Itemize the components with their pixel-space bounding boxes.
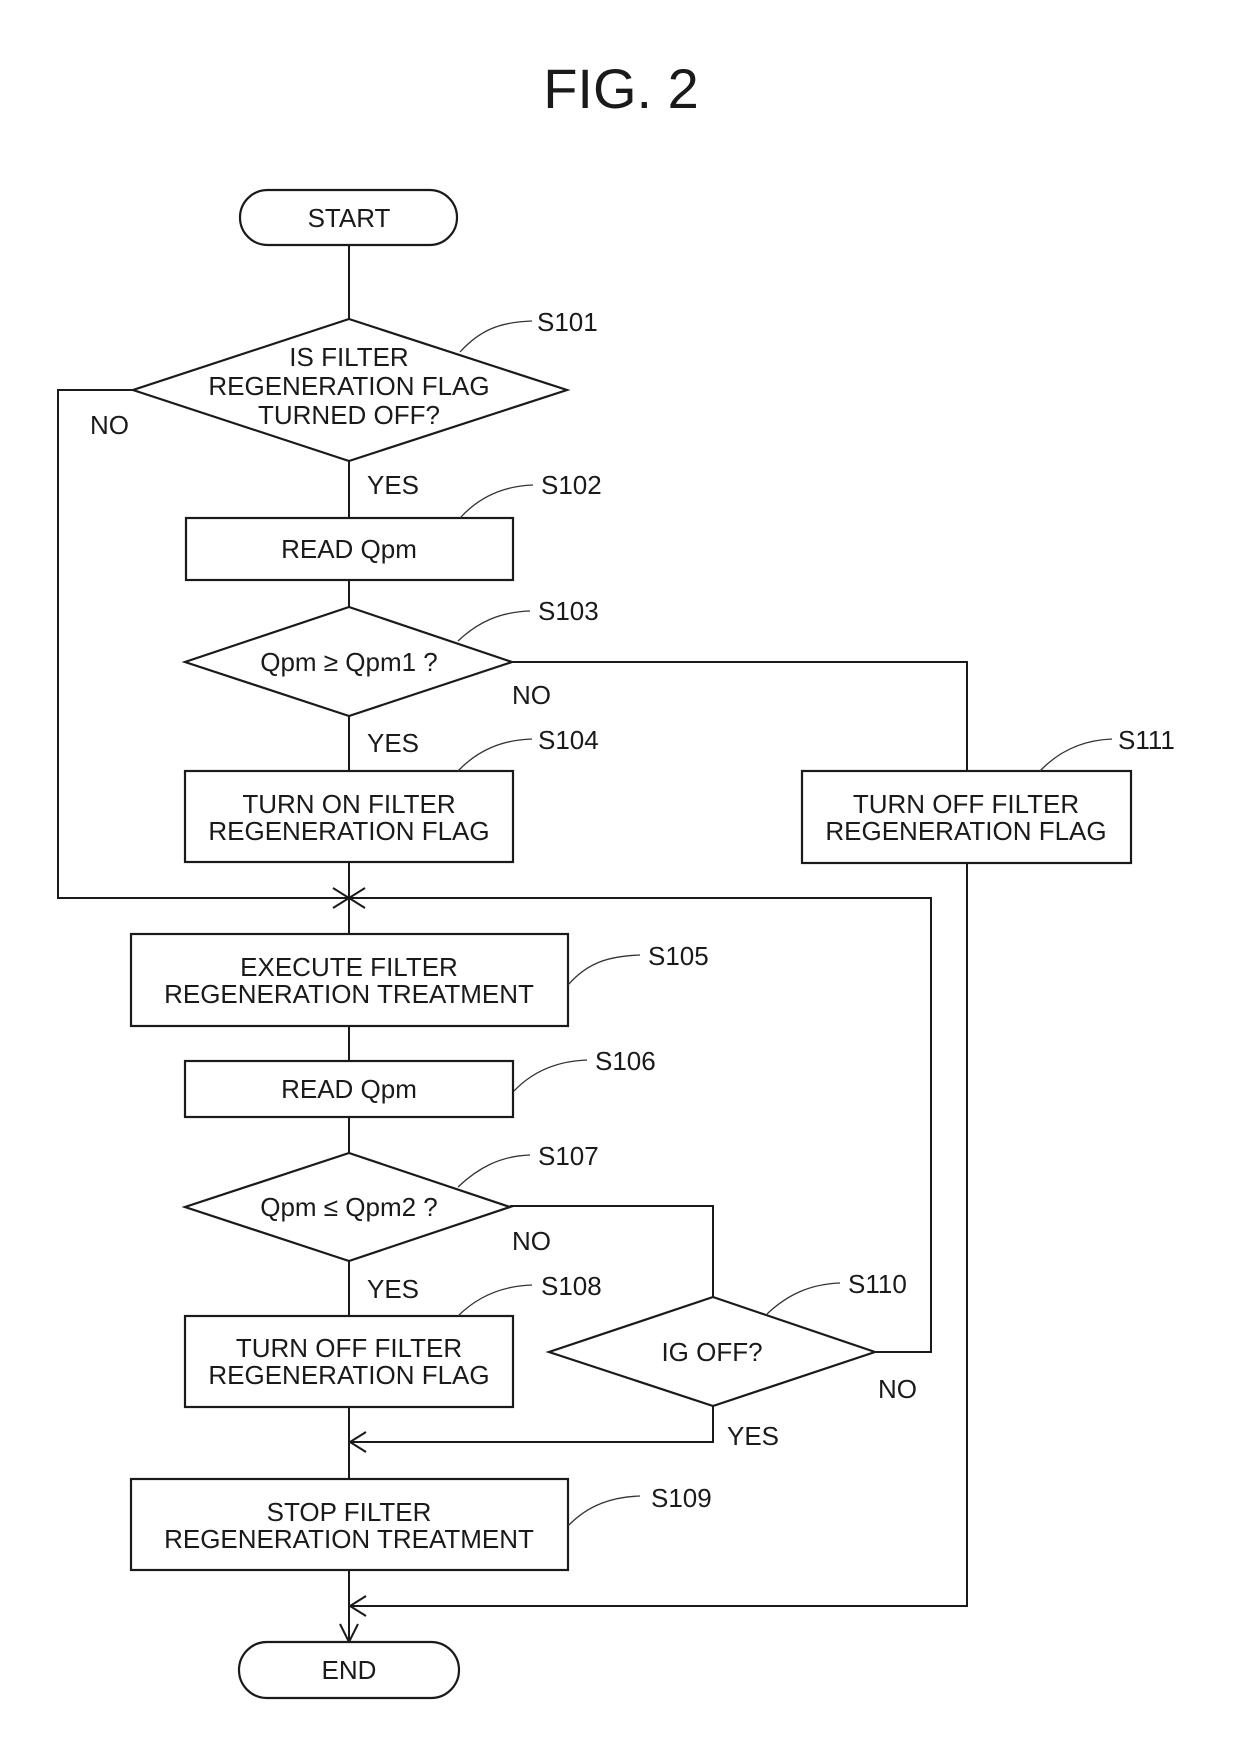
process-s105: EXECUTE FILTER REGENERATION TREATMENT S1…: [129, 932, 709, 1028]
terminal-end: END: [237, 1640, 461, 1700]
step-label-s106: S106: [595, 1046, 656, 1076]
node-text-line: REGENERATION FLAG: [208, 371, 489, 401]
decision-s103: Qpm ≥ Qpm1 ? S103 NO YES: [181, 596, 599, 758]
branch-label-no: NO: [512, 1226, 551, 1256]
node-text-line: READ Qpm: [281, 1074, 417, 1104]
figure-title: FIG. 2: [543, 57, 699, 120]
branch-label-no: NO: [878, 1374, 917, 1404]
leader-line: [457, 1154, 531, 1188]
step-label-s104: S104: [538, 725, 599, 755]
branch-label-no: NO: [512, 680, 551, 710]
step-label-s108: S108: [541, 1271, 602, 1301]
leader-line: [1039, 738, 1113, 772]
node-text-line: EXECUTE FILTER: [240, 952, 458, 982]
node-text-line: Qpm ≥ Qpm1 ?: [260, 647, 438, 677]
leader-line: [459, 484, 534, 519]
leader-line: [567, 954, 641, 986]
step-label-s107: S107: [538, 1141, 599, 1171]
node-text-line: READ Qpm: [281, 534, 417, 564]
step-label-s102: S102: [541, 470, 602, 500]
leader-line: [457, 1284, 533, 1317]
node-text-line: IG OFF?: [661, 1337, 762, 1367]
node-text-line: Qpm ≤ Qpm2 ?: [260, 1192, 438, 1222]
node-text-line: TURN OFF FILTER: [236, 1333, 462, 1363]
flowchart: FIG. 2 START IS FILTER REGENERATION FLAG…: [57, 57, 1175, 1700]
process-s109: STOP FILTER REGENERATION TREATMENT S109: [129, 1477, 712, 1572]
decision-s107: Qpm ≤ Qpm2 ? S107 NO YES: [181, 1141, 599, 1304]
leader-line: [457, 738, 533, 772]
step-label-s109: S109: [651, 1483, 712, 1513]
terminal-start: START: [238, 188, 459, 247]
leader-line: [513, 1059, 588, 1092]
node-text-line: TURN OFF FILTER: [853, 789, 1079, 819]
node-text-line: REGENERATION FLAG: [208, 1360, 489, 1390]
node-text-line: STOP FILTER: [267, 1497, 432, 1527]
leader-line: [567, 1495, 641, 1527]
branch-label-yes: YES: [367, 728, 419, 758]
step-label-s110: S110: [848, 1269, 907, 1299]
node-text-line: REGENERATION TREATMENT: [164, 1524, 534, 1554]
node-text-line: REGENERATION FLAG: [208, 816, 489, 846]
decision-s101: IS FILTER REGENERATION FLAG TURNED OFF? …: [90, 307, 598, 500]
step-label-s105: S105: [648, 941, 709, 971]
branch-label-no: NO: [90, 410, 129, 440]
node-text-line: REGENERATION FLAG: [825, 816, 1106, 846]
leader-line: [457, 610, 531, 642]
step-label-s101: S101: [537, 307, 598, 337]
branch-label-yes: YES: [367, 1274, 419, 1304]
process-s111: TURN OFF FILTER REGENERATION FLAG S111: [800, 725, 1175, 865]
node-text-line: REGENERATION TREATMENT: [164, 979, 534, 1009]
node-text-line: TURNED OFF?: [258, 400, 440, 430]
decision-s110: IG OFF? S110 NO YES: [545, 1269, 917, 1451]
step-label-s111: S111: [1118, 725, 1175, 755]
node-text-line: IS FILTER: [289, 342, 408, 372]
end-text: END: [322, 1655, 377, 1685]
branch-label-yes: YES: [367, 470, 419, 500]
edge-s110-yes: [349, 1406, 714, 1443]
node-text-line: TURN ON FILTER: [242, 789, 455, 819]
branch-label-yes: YES: [727, 1421, 779, 1451]
start-text: START: [308, 203, 391, 233]
step-label-s103: S103: [538, 596, 599, 626]
leader-line: [459, 320, 533, 353]
process-s106: READ Qpm S106: [183, 1046, 656, 1119]
leader-line: [766, 1282, 841, 1315]
